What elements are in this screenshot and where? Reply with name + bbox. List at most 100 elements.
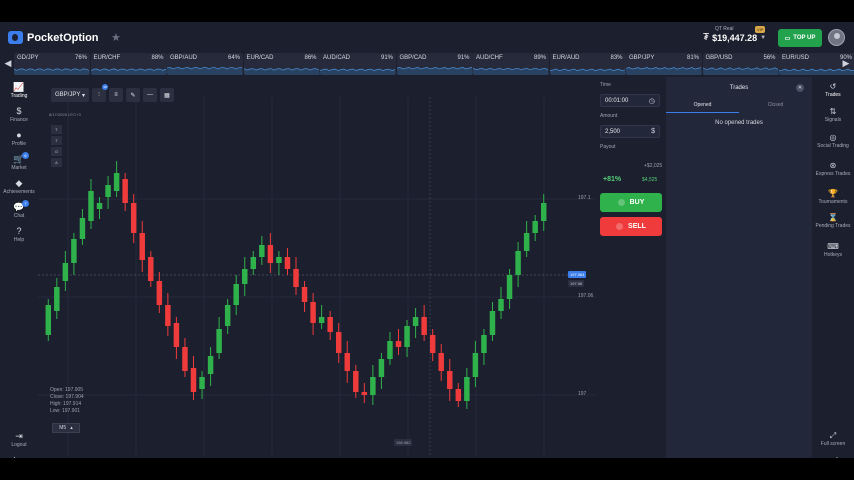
chevron-right-icon[interactable]: ▶ <box>840 58 852 69</box>
rightnav-item-social-trading[interactable]: ◎ Social Trading <box>812 133 854 149</box>
ticker-asset: GBP/JPY <box>629 55 655 61</box>
candle <box>130 203 137 233</box>
ticker-item[interactable]: AUD/CHF 89% <box>473 53 549 75</box>
candle <box>45 305 52 335</box>
asset-ticker: ◀ GD/JPY 76% EUR/CHF 88% GBP/AUD 64% EUR/CAD 86… <box>0 53 854 75</box>
rightnav-item-label: Social Trading <box>817 143 849 149</box>
amount-input[interactable]: 2,500 $ <box>600 125 660 138</box>
avatar[interactable] <box>828 29 845 46</box>
profile-icon: ● <box>16 130 22 140</box>
candle <box>464 377 470 401</box>
candle <box>481 335 487 353</box>
top-up-button[interactable]: ▭ TOP UP <box>778 29 822 47</box>
rightnav-item-signals[interactable]: ⇅ Signals <box>812 107 854 123</box>
time-input[interactable]: 00:01:00 ◷ <box>600 94 660 107</box>
expand-panel-button[interactable]: ⟶ <box>812 454 854 458</box>
diamond-icon: ◆ <box>15 178 23 188</box>
trophy-icon: 🏆 <box>828 189 838 198</box>
candle <box>173 323 180 347</box>
close-icon[interactable]: ✕ <box>796 84 804 92</box>
trades-tabs: Opened Closed <box>666 99 812 113</box>
ticker-payout: 86% <box>304 55 317 61</box>
rightnav-item-express-trades[interactable]: ⊛ Express Trades <box>812 161 854 177</box>
candle <box>182 347 188 371</box>
candle <box>224 305 231 326</box>
sidebar-item-chat[interactable]: 💬 Chat 7 <box>0 200 38 219</box>
ticker-payout: 56% <box>763 55 776 61</box>
candle <box>250 257 257 269</box>
candle <box>54 287 60 311</box>
layout-button[interactable]: ▦ <box>160 88 174 102</box>
candle <box>88 191 94 221</box>
candle <box>515 251 521 275</box>
candle <box>284 257 291 269</box>
ticker-item[interactable]: GD/JPY 76% <box>14 53 90 75</box>
ticker-payout: 89% <box>533 55 546 61</box>
sidebar-item-trading[interactable]: 📈 Trading <box>0 82 38 99</box>
indicators-button[interactable]: ⫶ 18 <box>92 84 108 102</box>
dollar-icon: $ <box>651 128 655 135</box>
left-sidebar: 📈 Trading $ Finance ● Profile 🛒 Market 6 ◆ Achieve… <box>0 77 38 458</box>
sell-button[interactable]: SELL <box>600 217 662 236</box>
fullscreen-button[interactable]: ⤢ Full screen <box>812 431 854 447</box>
ticker-item[interactable]: GBP/JPY 81% <box>626 53 702 75</box>
candle <box>353 371 359 392</box>
rightnav-item-tournaments[interactable]: 🏆 Tournaments <box>812 189 854 205</box>
drawing-button[interactable]: ✎ <box>126 88 140 102</box>
ticker-item[interactable]: GBP/AUD 64% <box>167 53 243 75</box>
ticker-item[interactable]: EUR/CAD 86% <box>243 53 320 75</box>
sparkline <box>549 68 626 75</box>
ticker-asset: AUD/CAD <box>323 55 351 61</box>
candle <box>378 359 385 377</box>
ticker-item[interactable]: EUR/AUD 83% <box>549 53 626 75</box>
sidebar-item-profile[interactable]: ● Profile <box>0 130 38 147</box>
collapse-sidebar-button[interactable]: ⟵ <box>0 454 38 458</box>
candle <box>395 341 402 347</box>
sparkline <box>396 67 473 75</box>
mini-tool[interactable]: T <box>51 125 62 134</box>
sidebar-item-market[interactable]: 🛒 Market 6 <box>0 152 38 171</box>
cart-icon: 🛒 <box>13 154 25 164</box>
sidebar-item-label: Profile <box>11 141 27 147</box>
candle <box>438 353 444 371</box>
sparkline <box>626 67 702 75</box>
rightnav-item-label: Signals <box>824 117 842 123</box>
chevron-left-icon[interactable]: ◀ <box>2 58 14 69</box>
sparkline <box>243 68 320 75</box>
logo[interactable]: PocketOption <box>8 31 99 44</box>
buy-button[interactable]: BUY <box>600 193 662 212</box>
settings-button[interactable]: ≡ <box>109 88 123 102</box>
sidebar-item-help[interactable]: ? Help <box>0 226 38 243</box>
tab-closed[interactable]: Closed <box>739 99 812 113</box>
ticker-item[interactable]: GBP/CAD 91% <box>396 53 473 75</box>
asset-selector[interactable]: GBP/JPY ▾ <box>51 88 89 102</box>
mini-tool[interactable]: T <box>51 136 62 145</box>
mini-tool[interactable]: G <box>51 147 62 156</box>
candle <box>361 392 368 395</box>
sidebar-item-label: Chat <box>13 213 25 219</box>
candle <box>165 305 171 326</box>
star-icon[interactable]: ★ <box>111 31 121 44</box>
candle <box>370 377 376 395</box>
minus-button[interactable]: — <box>143 88 157 102</box>
ticker-item[interactable]: EUR/CHF 88% <box>90 53 167 75</box>
mini-tool[interactable]: A <box>51 158 62 167</box>
sidebar-item-logout[interactable]: ⇥ Logout <box>0 431 38 448</box>
price-chart[interactable]: GBP/JPY ▾ ⫶ 18 ≡ ✎ — ▦ 8/17/2025 UTC+3 T… <box>38 77 596 458</box>
y-tick-label: 197 <box>578 391 587 397</box>
timeframe-selector[interactable]: M5 ▴ <box>52 423 80 433</box>
chevron-down-icon: ▼ <box>760 34 767 41</box>
tab-opened[interactable]: Opened <box>666 99 739 113</box>
ohlc-open: Open: 197.905 <box>50 387 84 393</box>
rightnav-item-trades[interactable]: ↺ Trades <box>812 82 854 98</box>
ticker-item[interactable]: AUD/CAD 91% <box>320 53 396 75</box>
rightnav-item-pending-trades[interactable]: ⌛ Pending Trades <box>812 213 854 229</box>
sidebar-item-finance[interactable]: $ Finance <box>0 106 38 123</box>
candle <box>344 353 350 371</box>
rightnav-item-hotkeys[interactable]: ⌨ Hotkeys <box>812 242 854 258</box>
right-sidebar: ↺ Trades ⇅ Signals ◎ Social Trading ⊛ Express T… <box>812 77 854 458</box>
candle <box>318 317 325 323</box>
ticker-item[interactable]: GBP/USD 56% <box>702 53 779 75</box>
sidebar-item-achievements[interactable]: ◆ Achievements <box>0 178 38 195</box>
sidebar-item-label: Market <box>11 165 27 171</box>
